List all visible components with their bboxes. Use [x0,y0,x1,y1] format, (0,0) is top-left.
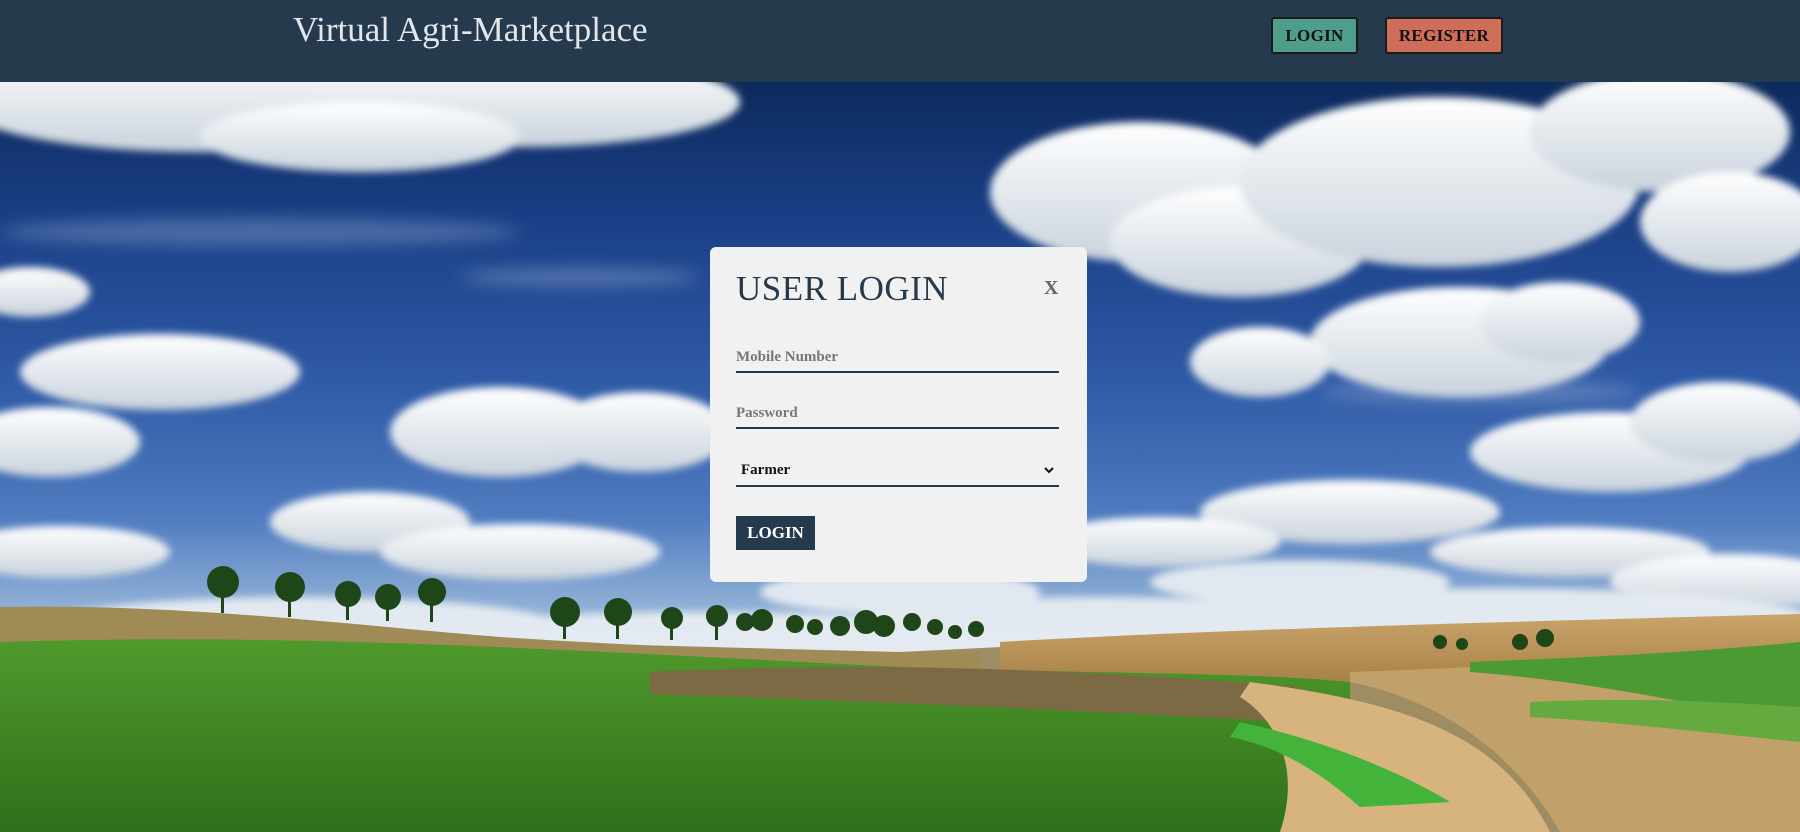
nav-register-button[interactable]: REGISTER [1385,17,1503,54]
user-type-select[interactable]: Farmer [736,458,1059,487]
login-modal: USER LOGIN X Farmer LOGIN [710,247,1087,582]
close-icon[interactable]: X [1044,277,1058,300]
user-type-selected-value: Farmer [741,462,791,478]
chevron-down-icon [1044,467,1054,474]
login-submit-button[interactable]: LOGIN [736,516,815,550]
top-navbar: Virtual Agri-Marketplace LOGIN REGISTER [0,0,1800,82]
mobile-number-input[interactable] [736,343,1059,373]
nav-login-button[interactable]: LOGIN [1271,17,1358,54]
modal-title: USER LOGIN [736,269,949,308]
site-title[interactable]: Virtual Agri-Marketplace [293,10,648,50]
password-input[interactable] [736,399,1059,429]
